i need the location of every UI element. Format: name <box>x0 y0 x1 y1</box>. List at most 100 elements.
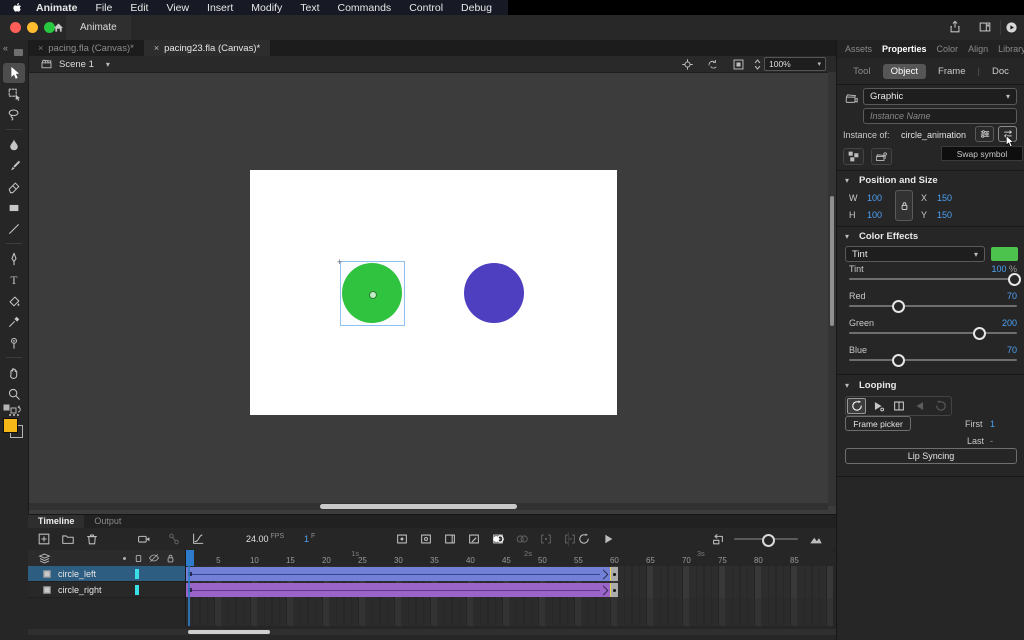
reset-timeline-zoom-icon[interactable] <box>710 531 726 547</box>
asset-warp-tool-icon[interactable] <box>3 333 25 353</box>
tab-output[interactable]: Output <box>84 515 131 528</box>
menu-item-control[interactable]: Control <box>400 2 452 14</box>
loop-icon[interactable] <box>576 531 592 547</box>
lip-syncing-button[interactable]: Lip Syncing <box>845 448 1017 464</box>
doc-tab-pacing23[interactable]: × pacing23.fla (Canvas)* <box>144 40 270 56</box>
subtab-tool[interactable]: Tool <box>853 66 870 77</box>
blue-slider-knob[interactable] <box>892 354 905 367</box>
loop-mode-icon[interactable] <box>847 398 866 414</box>
toolbar-options-button[interactable] <box>14 49 23 56</box>
green-slider-value[interactable]: 200 <box>1002 318 1017 328</box>
clip-content-icon[interactable] <box>732 58 745 71</box>
close-tab-icon[interactable]: × <box>154 43 159 53</box>
menu-item-insert[interactable]: Insert <box>198 2 242 14</box>
layer-row-circle_left[interactable]: circle_left <box>28 566 186 582</box>
tween-span-circle_right[interactable] <box>186 583 618 597</box>
red-slider-knob[interactable] <box>892 300 905 313</box>
subtab-doc[interactable]: Doc <box>992 66 1009 77</box>
paint-bucket-tool-icon[interactable] <box>3 291 25 311</box>
close-tab-icon[interactable]: × <box>38 43 43 53</box>
auto-keyframe-icon[interactable] <box>466 531 482 547</box>
single-frame-mode-icon[interactable] <box>889 398 908 414</box>
insert-frame-icon[interactable] <box>442 531 458 547</box>
layer-row-circle_right[interactable]: circle_right <box>28 582 186 598</box>
apple-menu-icon[interactable] <box>12 2 23 14</box>
insert-blank-keyframe-icon[interactable] <box>418 531 434 547</box>
new-folder-icon[interactable] <box>60 531 76 547</box>
playhead[interactable] <box>186 550 194 566</box>
close-window-button[interactable] <box>10 22 21 33</box>
h-value[interactable]: 100 <box>867 210 882 220</box>
swap-colors-icon[interactable] <box>3 404 23 415</box>
rotation-tool-icon[interactable] <box>706 58 720 71</box>
lock-layers-icon[interactable] <box>165 553 176 564</box>
onion-skin-icon[interactable] <box>490 531 506 547</box>
vertical-scrollbar-thumb[interactable] <box>830 196 834 326</box>
tab-library[interactable]: Library <box>998 44 1024 54</box>
camera-icon[interactable] <box>136 531 152 547</box>
empty-frame-grid[interactable] <box>186 598 833 626</box>
stage[interactable]: + <box>250 170 617 415</box>
lock-aspect-ratio-button[interactable] <box>895 190 913 221</box>
eraser-tool-icon[interactable] <box>3 177 25 197</box>
reverse-once-mode-icon[interactable] <box>910 398 929 414</box>
selection-tool-icon[interactable] <box>3 63 25 83</box>
tab-align[interactable]: Align <box>968 44 988 54</box>
onion-outline-icon[interactable] <box>514 531 530 547</box>
zoom-level-select[interactable]: 100% ▾ <box>764 57 826 71</box>
zoom-tool-icon[interactable] <box>3 384 25 404</box>
hand-tool-icon[interactable] <box>3 363 25 383</box>
blue-slider-value[interactable]: 70 <box>1007 345 1017 355</box>
frame-row-circle_left[interactable] <box>186 566 833 583</box>
quick-share-play-icon[interactable] <box>1005 21 1018 34</box>
horizontal-scrollbar-thumb[interactable] <box>320 504 517 509</box>
timeline-zoom-knob[interactable] <box>762 534 775 547</box>
end-keyframe[interactable] <box>611 583 618 597</box>
fluid-brush-tool-icon[interactable] <box>3 135 25 155</box>
blue-slider-track[interactable] <box>849 359 1017 361</box>
center-stage-icon[interactable] <box>681 58 694 71</box>
break-apart-button[interactable] <box>843 148 864 165</box>
scene-name[interactable]: Scene 1 <box>59 59 94 70</box>
timeline-zoom-slider[interactable] <box>734 538 798 540</box>
layer-name[interactable]: circle_right <box>58 585 102 595</box>
menu-item-animate[interactable]: Animate <box>27 2 86 14</box>
collapse-panel-icon[interactable]: « <box>3 43 8 53</box>
home-icon[interactable] <box>52 21 65 34</box>
purple-circle-symbol[interactable] <box>464 263 524 323</box>
resize-timeline-icon[interactable] <box>808 531 824 547</box>
edit-multiple-frames-icon[interactable] <box>538 531 554 547</box>
subtab-object[interactable]: Object <box>883 64 926 79</box>
zoom-stepper[interactable] <box>753 58 762 71</box>
instance-name-input[interactable] <box>863 108 1017 124</box>
end-keyframe[interactable] <box>611 567 618 581</box>
tab-assets[interactable]: Assets <box>845 44 872 54</box>
delete-layer-icon[interactable] <box>84 531 100 547</box>
graph-editor-icon[interactable] <box>190 531 206 547</box>
highlight-column-icon[interactable] <box>123 557 126 560</box>
share-icon[interactable] <box>948 20 962 34</box>
vertical-scrollbar-track[interactable] <box>828 72 836 506</box>
edit-symbol-properties-button[interactable] <box>975 126 994 142</box>
color-effect-style-select[interactable]: Tint ▾ <box>845 246 985 262</box>
doc-tab-pacing[interactable]: × pacing.fla (Canvas)* <box>28 40 144 56</box>
menu-item-file[interactable]: File <box>86 2 121 14</box>
hide-layers-icon[interactable] <box>148 552 160 564</box>
layer-name[interactable]: circle_left <box>58 569 96 579</box>
timeline-ruler[interactable]: 5101520253035404550556065707580851s2s3s <box>186 550 833 567</box>
minimize-window-button[interactable] <box>27 22 38 33</box>
eyedropper-tool-icon[interactable] <box>3 312 25 332</box>
reverse-loop-mode-icon[interactable] <box>931 398 950 414</box>
fill-color-box[interactable] <box>3 418 18 433</box>
parent-layers-icon[interactable] <box>166 531 182 547</box>
frame-picker-button[interactable]: Frame picker <box>845 416 911 431</box>
position-size-title[interactable]: Position and Size <box>859 175 938 186</box>
chevron-down-icon[interactable]: ▾ <box>106 60 110 69</box>
fps-indicator[interactable]: 24.00FPS <box>246 533 284 544</box>
classic-brush-tool-icon[interactable] <box>3 156 25 176</box>
frame-row-circle_right[interactable] <box>186 582 833 599</box>
current-frame-indicator[interactable]: 1F <box>304 533 315 544</box>
free-transform-tool-icon[interactable] <box>3 84 25 104</box>
play-once-mode-icon[interactable] <box>868 398 887 414</box>
tint-slider-knob[interactable] <box>1008 273 1021 286</box>
